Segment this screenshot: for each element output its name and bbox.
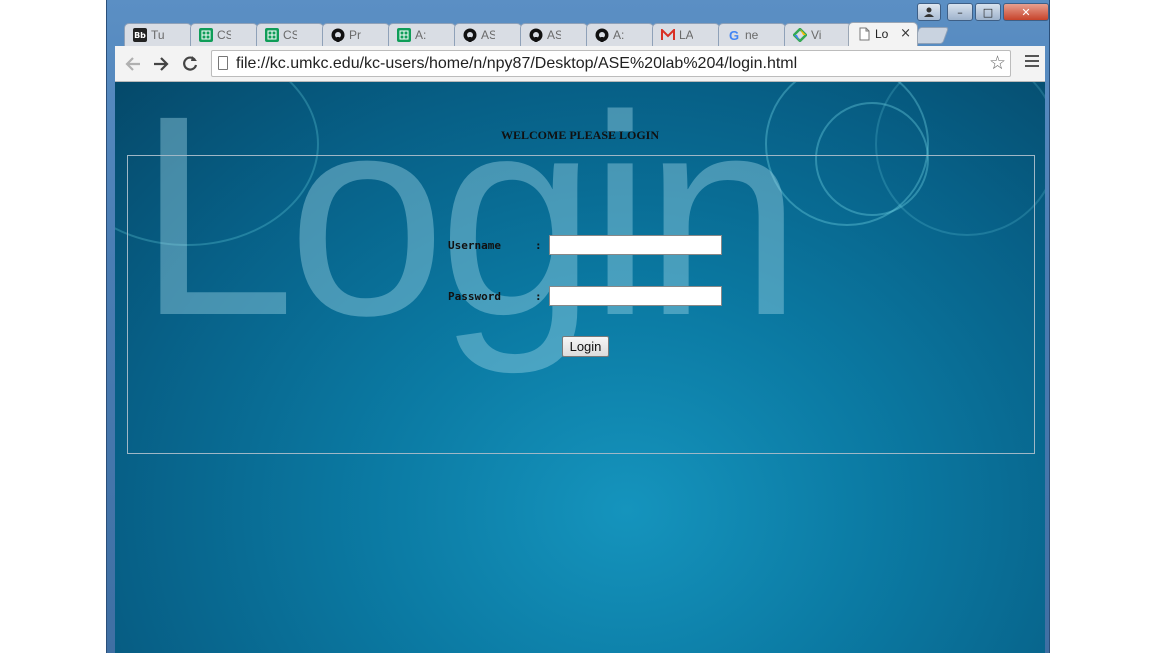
tab-gmail[interactable]: LA (652, 23, 720, 46)
back-button[interactable] (121, 52, 145, 76)
back-arrow-icon (125, 57, 140, 71)
tab-google[interactable]: G ne (718, 23, 786, 46)
google-icon: G (728, 27, 740, 43)
github-icon (595, 28, 609, 42)
tab-login-active[interactable]: Lo × (848, 22, 918, 46)
tab-github-1[interactable]: Pr (322, 23, 390, 46)
tab-sheets-2[interactable]: CS (256, 23, 324, 46)
tab-title: Lo (875, 27, 889, 41)
menu-icon[interactable] (1025, 55, 1039, 70)
password-label: Password (448, 290, 501, 303)
chrome-webstore-icon (793, 28, 807, 42)
tab-title: AS (481, 28, 495, 42)
bookmark-star-icon[interactable]: ☆ (989, 52, 1006, 74)
page-icon (857, 27, 871, 41)
login-form: Username : Password : Login (127, 155, 1035, 454)
tab-github-4[interactable]: A: (586, 23, 654, 46)
reload-icon (183, 56, 198, 71)
tab-sheets-3[interactable]: A: (388, 23, 456, 46)
new-tab-button[interactable] (912, 27, 950, 44)
github-icon (331, 28, 345, 42)
minimize-button[interactable]: – (947, 3, 973, 21)
browser-toolbar: file://kc.umkc.edu/kc-users/home/n/npy87… (115, 46, 1045, 82)
username-label: Username (448, 239, 501, 252)
github-icon (463, 28, 477, 42)
blackboard-icon: Bb (133, 28, 147, 42)
maximize-button[interactable]: □ (975, 3, 1001, 21)
tab-github-3[interactable]: AS (520, 23, 588, 46)
tab-title: Vi (811, 28, 822, 42)
page-viewport: Login WELCOME PLEASE LOGIN Username : Pa… (115, 82, 1045, 653)
address-bar[interactable]: file://kc.umkc.edu/kc-users/home/n/npy87… (211, 50, 1011, 77)
tab-strip: Bb Tu CS CS Pr A: AS AS A: LA G ne Vi Lo… (107, 0, 1051, 46)
gmail-icon (661, 28, 675, 42)
tab-sheets-1[interactable]: CS (190, 23, 258, 46)
tab-title: CS (283, 28, 297, 42)
forward-arrow-icon (154, 57, 169, 71)
browser-window: Bb Tu CS CS Pr A: AS AS A: LA G ne Vi Lo… (106, 0, 1050, 653)
tab-title: AS (547, 28, 561, 42)
tab-title: LA (679, 28, 693, 42)
sheets-icon (265, 28, 279, 42)
tab-blackboard[interactable]: Bb Tu (124, 23, 192, 46)
reload-button[interactable] (178, 52, 202, 76)
tab-title: Pr (349, 28, 361, 42)
forward-button[interactable] (149, 52, 173, 76)
github-icon (529, 28, 543, 42)
username-colon: : (535, 239, 542, 252)
page-icon (218, 56, 228, 70)
tab-title: A: (613, 28, 625, 42)
welcome-heading: WELCOME PLEASE LOGIN (500, 128, 660, 142)
tab-title: ne (745, 28, 759, 42)
tab-title: CS (217, 28, 231, 42)
user-profile-icon[interactable] (917, 3, 941, 21)
sheets-icon (199, 28, 213, 42)
sheets-icon (397, 28, 411, 42)
url-text[interactable]: file://kc.umkc.edu/kc-users/home/n/npy87… (236, 55, 797, 73)
password-colon: : (535, 290, 542, 303)
close-window-button[interactable]: ✕ (1003, 3, 1049, 21)
login-button[interactable]: Login (562, 336, 609, 357)
tab-title: Tu (151, 28, 165, 42)
tab-chrome-webstore[interactable]: Vi (784, 23, 852, 46)
tab-title: A: (415, 28, 427, 42)
close-tab-icon[interactable]: × (900, 26, 911, 42)
password-input[interactable] (549, 286, 722, 306)
username-input[interactable] (549, 235, 722, 255)
window-controls: – □ ✕ (917, 3, 1049, 21)
tab-github-2[interactable]: AS (454, 23, 522, 46)
